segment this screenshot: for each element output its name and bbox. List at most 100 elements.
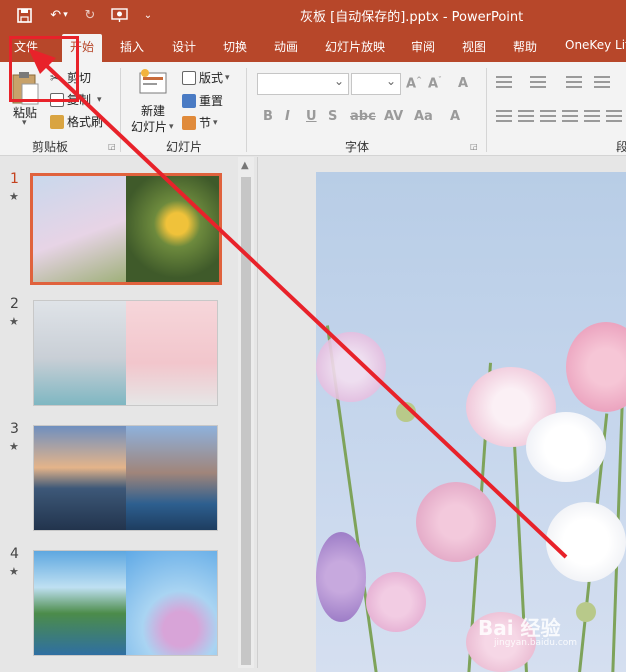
font-launcher-icon[interactable]: ◲: [470, 142, 478, 151]
new-slide-icon[interactable]: [138, 68, 168, 96]
scrollbar-thumb[interactable]: [241, 177, 251, 665]
layout-label: 版式: [199, 71, 224, 85]
tab-onekey[interactable]: OneKey Lit: [565, 38, 626, 52]
distributed-icon[interactable]: [584, 110, 600, 122]
tab-insert[interactable]: 插入: [120, 38, 144, 55]
decrease-indent-icon[interactable]: [566, 76, 582, 88]
align-left-icon[interactable]: [496, 110, 512, 122]
thumbnail-image: [33, 176, 126, 282]
flower-bud: [396, 402, 416, 422]
clipboard-launcher-icon[interactable]: ◲: [108, 142, 116, 151]
format-painter-button[interactable]: 格式刷: [50, 113, 103, 130]
thumbnail-image: [34, 301, 126, 405]
align-center-icon[interactable]: [518, 110, 534, 122]
section-dropdown-icon[interactable]: ▾: [213, 118, 218, 128]
increase-font-icon[interactable]: A^: [406, 76, 422, 91]
thumbnail-image: [34, 551, 126, 655]
flower: [566, 322, 626, 412]
baidu-watermark-url: jingyan.baidu.com: [494, 638, 578, 648]
align-right-icon[interactable]: [540, 110, 556, 122]
numbering-icon[interactable]: [530, 76, 546, 88]
format-painter-label: 格式刷: [67, 115, 104, 129]
tab-slideshow[interactable]: 幻灯片放映: [325, 38, 385, 55]
slide-editing-area: [259, 157, 626, 672]
font-size-combobox[interactable]: [351, 73, 401, 95]
bold-icon[interactable]: B: [263, 109, 273, 124]
layout-button[interactable]: 版式 ▾: [182, 69, 230, 86]
redo-icon[interactable]: ↻: [80, 5, 100, 25]
reset-icon: [182, 93, 196, 108]
flower-bud: [576, 602, 596, 622]
ribbon-separator: [246, 68, 247, 152]
font-color-icon[interactable]: A: [450, 109, 460, 124]
copy-dropdown-icon[interactable]: ▾: [97, 95, 102, 105]
slide-thumbnail-4[interactable]: [33, 550, 218, 656]
animation-star-icon: ★: [9, 315, 19, 328]
font-group-label: 字体: [345, 140, 370, 154]
slide-number: 2: [10, 296, 19, 312]
ribbon-separator: [120, 68, 121, 152]
thumbnail-image: [34, 426, 126, 530]
ribbon: 粘贴 ▾ ✂ 剪切 复制 ▾ 格式刷 剪贴板 ◲ 新建 幻灯片 ▾ 版式 ▾ 重…: [0, 62, 626, 156]
tab-help[interactable]: 帮助: [513, 38, 537, 55]
animation-star-icon: ★: [9, 440, 19, 453]
slides-group-label: 幻灯片: [166, 140, 203, 154]
slide-thumbnail-3[interactable]: [33, 425, 218, 531]
justify-icon[interactable]: [562, 110, 578, 122]
thumbnail-scrollbar[interactable]: ▲: [238, 157, 254, 668]
columns-icon[interactable]: [606, 110, 622, 122]
increase-indent-icon[interactable]: [594, 76, 610, 88]
thumbnail-image: [125, 426, 217, 530]
change-case-icon[interactable]: Aa: [414, 109, 433, 124]
new-slide-label-2: 幻灯片: [131, 120, 168, 134]
italic-icon[interactable]: I: [285, 109, 290, 124]
flower: [316, 332, 386, 402]
start-slideshow-icon[interactable]: [108, 5, 130, 25]
section-label: 节: [199, 116, 212, 130]
clear-format-icon[interactable]: A: [458, 76, 468, 91]
thumbnail-image: [126, 176, 219, 282]
slide-thumbnail-1[interactable]: [30, 173, 222, 285]
section-button[interactable]: 节 ▾: [182, 114, 218, 131]
section-icon: [182, 115, 196, 130]
flower: [316, 532, 366, 622]
save-icon[interactable]: [14, 5, 34, 25]
shadow-icon[interactable]: S: [328, 109, 337, 124]
baidu-watermark: Bai 经验: [478, 616, 561, 640]
slide-number: 1: [10, 171, 19, 187]
char-spacing-icon[interactable]: AV: [384, 109, 403, 124]
tab-design[interactable]: 设计: [172, 38, 196, 55]
slide-thumbnail-2[interactable]: [33, 300, 218, 406]
decrease-font-icon[interactable]: Aˇ: [428, 76, 442, 91]
reset-button[interactable]: 重置: [182, 92, 223, 109]
tab-animations[interactable]: 动画: [274, 38, 298, 55]
thumbnail-image: [125, 551, 217, 655]
layout-icon: [182, 70, 196, 85]
new-slide-button[interactable]: 幻灯片 ▾: [131, 118, 174, 135]
title-bar: ↶ ▾ ↻ ⌄ 灰板 [自动保存的].pptx - PowerPoint: [0, 0, 626, 30]
brush-icon: [50, 114, 64, 129]
tab-view[interactable]: 视图: [462, 38, 486, 55]
new-slide-dropdown-icon[interactable]: ▾: [169, 122, 174, 132]
flower: [546, 502, 626, 582]
bullets-icon[interactable]: [496, 76, 512, 88]
ribbon-separator: [486, 68, 487, 152]
customize-toolbar-icon[interactable]: ⌄: [140, 5, 156, 25]
flower: [526, 412, 606, 482]
animation-star-icon: ★: [9, 565, 19, 578]
layout-dropdown-icon[interactable]: ▾: [225, 73, 230, 83]
thumbnail-image: [125, 301, 217, 405]
new-slide-label-1[interactable]: 新建: [141, 102, 165, 119]
paste-dropdown-icon[interactable]: ▾: [22, 118, 27, 128]
annotation-highlight-box: [9, 36, 79, 102]
underline-icon[interactable]: U: [306, 109, 317, 124]
font-name-combobox[interactable]: [257, 73, 349, 95]
clipboard-group-label: 剪贴板: [32, 140, 69, 154]
tab-transitions[interactable]: 切换: [223, 38, 247, 55]
undo-icon[interactable]: ↶ ▾: [44, 5, 74, 25]
scroll-up-icon[interactable]: ▲: [241, 160, 249, 171]
strikethrough-icon[interactable]: abc: [350, 109, 376, 124]
slide-canvas[interactable]: [316, 172, 626, 672]
tab-review[interactable]: 审阅: [411, 38, 435, 55]
flower: [416, 482, 496, 562]
